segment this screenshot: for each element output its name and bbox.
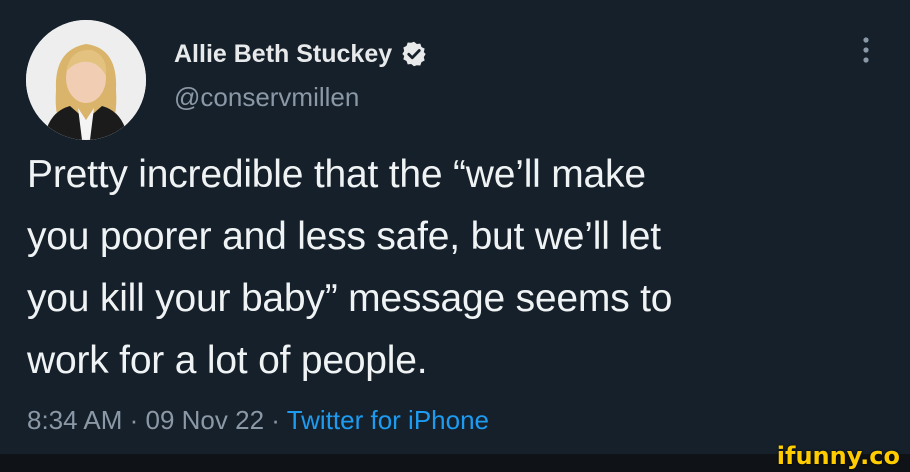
author-name-row: Allie Beth Stuckey xyxy=(174,34,428,74)
ifunny-watermark: ifunny.co xyxy=(776,442,900,470)
tweet-date[interactable]: 09 Nov 22 xyxy=(146,405,265,435)
profile-photo xyxy=(26,20,146,140)
more-vertical-icon[interactable] xyxy=(846,30,886,70)
tweet-card: Allie Beth Stuckey @conservmillen Pretty… xyxy=(0,0,910,454)
tweet-meta: 8:34 AM · 09 Nov 22 · Twitter for iPhone xyxy=(27,405,489,436)
tweet-text-line: Pretty incredible that the “we’ll make xyxy=(27,153,646,196)
tweet-text: Pretty incredible that the “we’ll make y… xyxy=(27,144,887,392)
meta-separator: · xyxy=(122,405,146,435)
watermark-strip xyxy=(0,454,910,472)
tweet-text-line: you kill your baby” message seems to xyxy=(27,277,673,320)
verified-badge-icon xyxy=(400,40,428,68)
tweet-text-line: you poorer and less safe, but we’ll let xyxy=(27,215,661,258)
author-handle[interactable]: @conservmillen xyxy=(174,82,359,113)
author-avatar[interactable] xyxy=(26,20,146,140)
tweet-time[interactable]: 8:34 AM xyxy=(27,405,122,435)
meta-separator: · xyxy=(264,405,287,435)
author-name[interactable]: Allie Beth Stuckey xyxy=(174,40,392,69)
tweet-source[interactable]: Twitter for iPhone xyxy=(287,405,489,435)
tweet-text-line: work for a lot of people. xyxy=(27,339,428,382)
